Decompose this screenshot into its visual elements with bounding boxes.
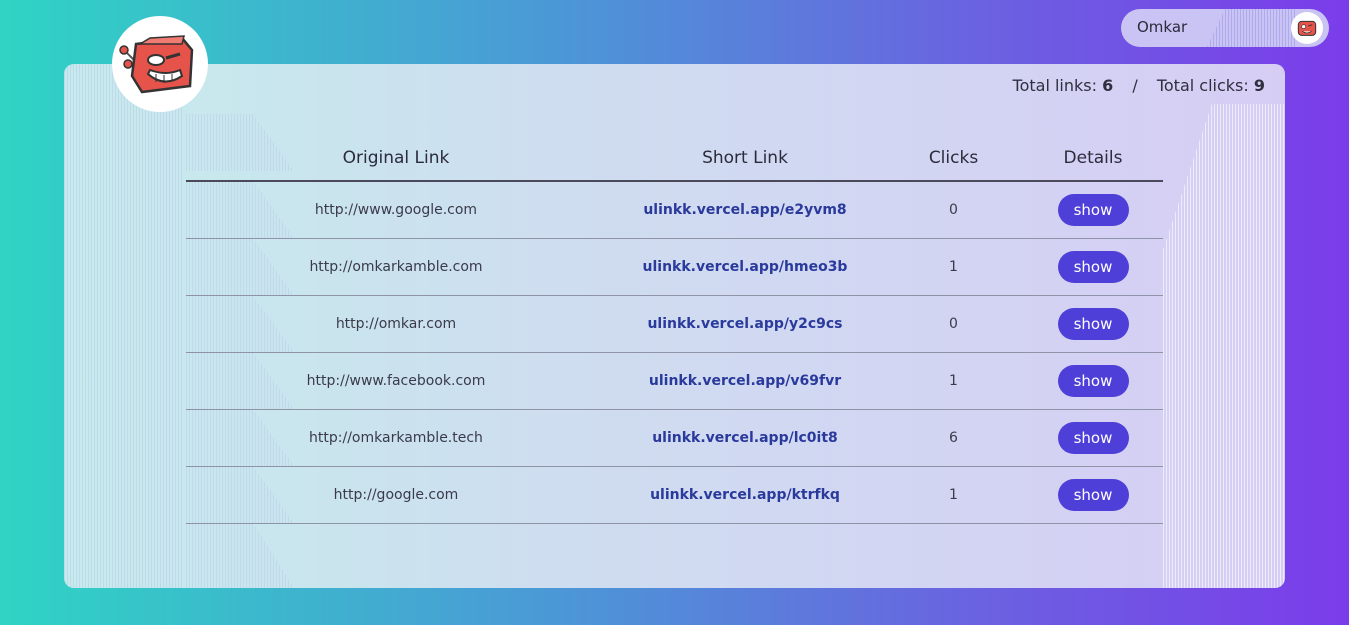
show-details-button[interactable]: show: [1057, 479, 1129, 511]
clicks-cell: 1: [884, 352, 1023, 410]
table-row: http://omkar.com ulinkk.vercel.app/y2c9c…: [186, 295, 1163, 353]
short-link[interactable]: ulinkk.vercel.app/hmeo3b: [643, 259, 848, 275]
user-name: Omkar: [1137, 18, 1188, 36]
card-pattern-right: [1163, 104, 1285, 588]
clicks-cell: 0: [884, 295, 1023, 353]
show-details-button[interactable]: show: [1057, 194, 1129, 226]
table-row: http://google.com ulinkk.vercel.app/ktrf…: [186, 466, 1163, 524]
short-link[interactable]: ulinkk.vercel.app/v69fvr: [649, 373, 841, 389]
total-clicks-value: 9: [1253, 76, 1265, 95]
clicks-cell: 6: [884, 409, 1023, 467]
header-original-link: Original Link: [186, 136, 606, 182]
user-menu[interactable]: Omkar: [1121, 9, 1329, 47]
short-link[interactable]: ulinkk.vercel.app/e2yvm8: [643, 202, 846, 218]
short-link[interactable]: ulinkk.vercel.app/ktrfkq: [650, 487, 840, 503]
original-link-cell: http://omkar.com: [186, 295, 606, 353]
header-short-link: Short Link: [606, 136, 884, 182]
show-details-button[interactable]: show: [1057, 422, 1129, 454]
links-card: Total links: 6 / Total clicks: 9 Origina…: [64, 64, 1285, 588]
robot-logo-icon[interactable]: [112, 16, 208, 112]
stats-separator: /: [1132, 76, 1138, 95]
table-row: http://www.google.com ulinkk.vercel.app/…: [186, 181, 1163, 239]
show-details-button[interactable]: show: [1057, 365, 1129, 397]
header-details: Details: [1023, 136, 1163, 182]
row-decoration: [186, 523, 294, 588]
user-pill-pattern: [1207, 9, 1297, 47]
clicks-cell: 1: [884, 238, 1023, 296]
clicks-cell: 0: [884, 181, 1023, 239]
total-links-label: Total links:: [1012, 76, 1098, 95]
links-table: Original Link Short Link Clicks Details …: [186, 136, 1163, 524]
original-link-cell: http://omkarkamble.com: [186, 238, 606, 296]
table-row: http://omkarkamble.com ulinkk.vercel.app…: [186, 238, 1163, 296]
table-row: http://omkarkamble.tech ulinkk.vercel.ap…: [186, 409, 1163, 467]
short-link[interactable]: ulinkk.vercel.app/lc0it8: [652, 430, 838, 446]
clicks-cell: 1: [884, 466, 1023, 524]
original-link-cell: http://omkarkamble.tech: [186, 409, 606, 467]
table-row: http://www.facebook.com ulinkk.vercel.ap…: [186, 352, 1163, 410]
table-header-row: Original Link Short Link Clicks Details: [186, 136, 1163, 182]
original-link-cell: http://google.com: [186, 466, 606, 524]
original-link-cell: http://www.google.com: [186, 181, 606, 239]
link-stats: Total links: 6 / Total clicks: 9: [1013, 76, 1265, 95]
original-link-cell: http://www.facebook.com: [186, 352, 606, 410]
user-avatar-icon[interactable]: [1291, 12, 1323, 44]
total-links-value: 6: [1102, 76, 1114, 95]
header-clicks: Clicks: [884, 136, 1023, 182]
short-link[interactable]: ulinkk.vercel.app/y2c9cs: [647, 316, 842, 332]
card-pattern-left: [64, 64, 184, 588]
show-details-button[interactable]: show: [1057, 251, 1129, 283]
show-details-button[interactable]: show: [1057, 308, 1129, 340]
total-clicks-label: Total clicks:: [1156, 76, 1249, 95]
